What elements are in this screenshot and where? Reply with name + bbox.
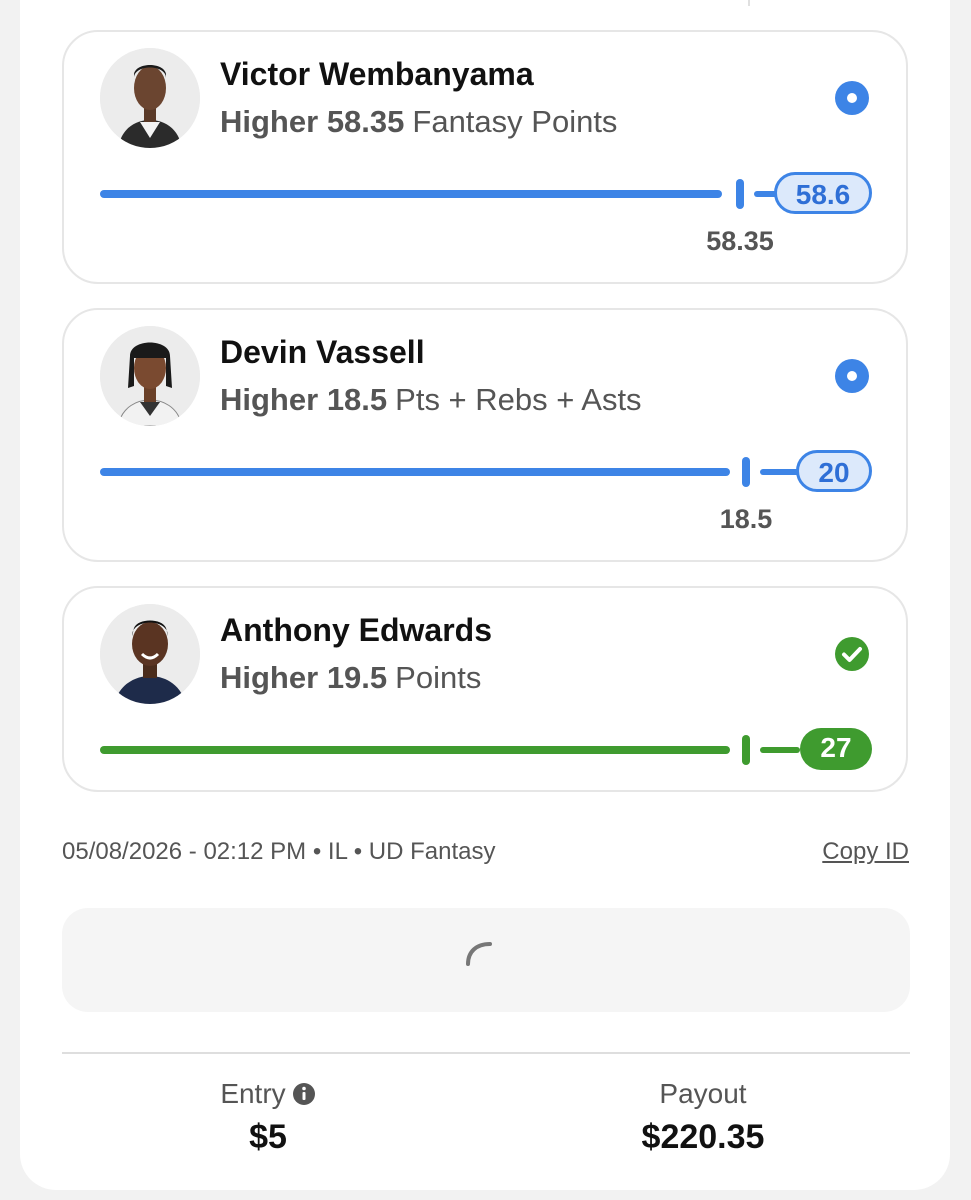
payout-label: Payout bbox=[659, 1078, 747, 1109]
pick-line-value: 18.5 bbox=[326, 382, 388, 417]
radio-dot-icon bbox=[835, 81, 869, 115]
pill-connector bbox=[760, 747, 800, 753]
pick-line: Higher 18.5 Pts + Rebs + Asts bbox=[220, 382, 642, 418]
current-value-pill: 58.6 bbox=[774, 172, 872, 214]
line-marker bbox=[736, 179, 744, 209]
check-circle-icon bbox=[835, 637, 869, 671]
pick-direction: Higher bbox=[220, 104, 319, 139]
copy-id-link[interactable]: Copy ID bbox=[822, 838, 909, 866]
entry-label-row: Entry bbox=[168, 1078, 368, 1110]
pick-stat: Fantasy Points bbox=[412, 104, 618, 139]
pick-direction: Higher bbox=[220, 660, 319, 695]
payout-value: $220.35 bbox=[641, 1118, 765, 1156]
player-avatar bbox=[100, 326, 200, 426]
line-marker-label: 18.5 bbox=[719, 504, 773, 534]
loading-spinner-icon bbox=[466, 942, 492, 966]
current-value-pill: 20 bbox=[796, 450, 872, 492]
player-name: Devin Vassell bbox=[220, 334, 425, 370]
player-avatar bbox=[100, 48, 200, 148]
pick-line-value: 19.5 bbox=[326, 660, 388, 695]
loading-panel bbox=[62, 908, 910, 1012]
radio-dot-icon bbox=[835, 359, 869, 393]
progress-bar bbox=[100, 190, 722, 198]
entry-label: Entry bbox=[220, 1078, 286, 1109]
pick-line: Higher 58.35 Fantasy Points bbox=[220, 104, 617, 140]
line-marker bbox=[742, 457, 750, 487]
line-marker-label: 58.35 bbox=[706, 226, 774, 256]
progress-bar bbox=[100, 468, 730, 476]
pick-stat: Points bbox=[395, 660, 482, 695]
pick-card-edwards[interactable]: Anthony Edwards Higher 19.5 Points 27 bbox=[62, 586, 908, 792]
pick-direction: Higher bbox=[220, 382, 319, 417]
player-name: Anthony Edwards bbox=[220, 612, 493, 648]
pick-card-vassell[interactable]: Devin Vassell Higher 18.5 Pts + Rebs + As… bbox=[62, 308, 908, 562]
pill-connector bbox=[760, 469, 800, 475]
pick-line: Higher 19.5 Points bbox=[220, 660, 481, 696]
pick-line-value: 58.35 bbox=[326, 104, 405, 139]
pick-stat: Pts + Rebs + Asts bbox=[395, 382, 642, 417]
current-value-pill: 27 bbox=[800, 728, 872, 770]
top-divider bbox=[748, 0, 750, 6]
player-avatar bbox=[100, 604, 200, 704]
progress-bar bbox=[100, 746, 730, 754]
summary-divider bbox=[62, 1052, 910, 1054]
info-icon[interactable] bbox=[292, 1082, 316, 1106]
entry-meta: 05/08/2026 - 02:12 PM • IL • UD Fantasy bbox=[62, 838, 496, 865]
line-marker bbox=[742, 735, 750, 765]
player-name: Victor Wembanyama bbox=[220, 56, 534, 92]
pick-card-wembanyama[interactable]: Victor Wembanyama Higher 58.35 Fantasy Po… bbox=[62, 30, 908, 284]
entry-value: $5 bbox=[249, 1118, 287, 1156]
